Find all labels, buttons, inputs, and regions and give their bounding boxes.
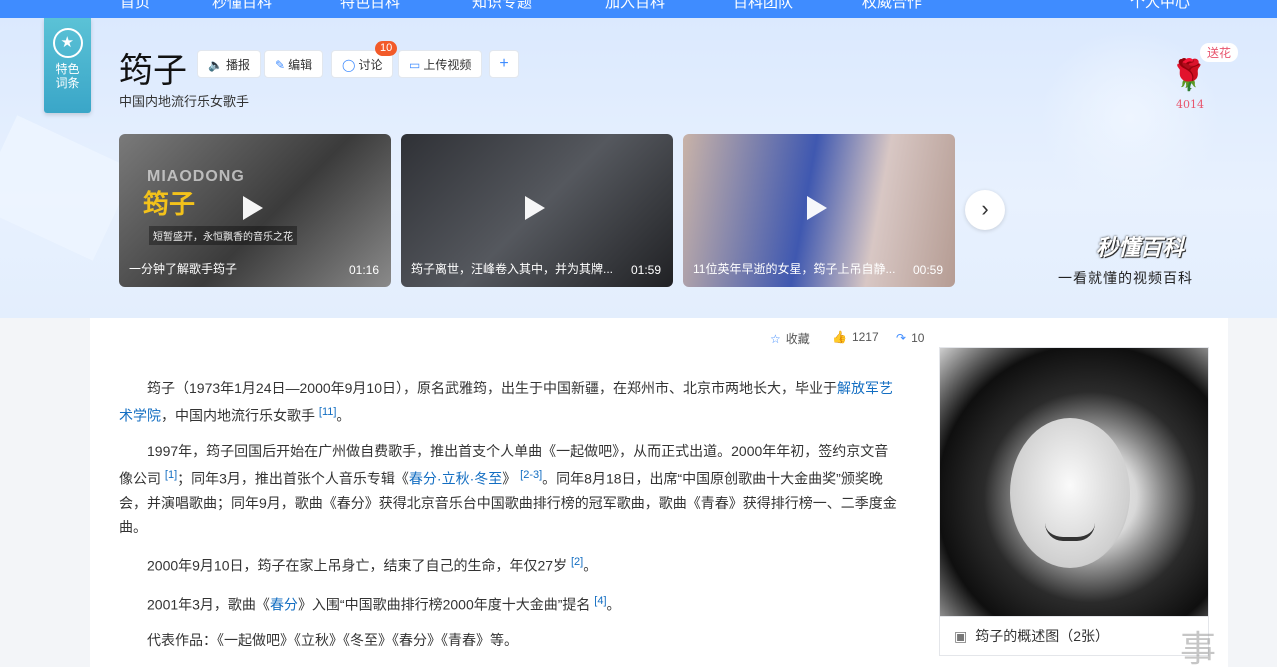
star-icon: ☆ [770,332,781,346]
nav-team[interactable]: 百科团队 [733,0,793,12]
play-icon[interactable] [807,196,827,220]
paragraph-works: 代表作品：《一起做吧》《立秋》《冬至》《春分》《青春》等。 [119,628,901,652]
entry-header: 特色 词条 筠子 🔈播报 ✎编辑 ◯讨论 10 ▭上传视频 + 中国内地流行乐女… [0,18,1277,318]
share-button[interactable]: ↷ 10 [896,331,924,345]
page-title: 筠子 [119,51,187,91]
nav-partners[interactable]: 权威合作 [862,0,922,12]
play-icon[interactable] [243,196,263,220]
favorite-label: 收藏 [785,332,810,346]
video-card-2[interactable]: 筠子离世，汪峰卷入其中，并为其牌... 01:59 [401,134,673,287]
text: 代表作品：《一起做吧》《立秋》《冬至》《春分》《青春》等。 [147,632,518,648]
favorite-button[interactable]: ☆ 收藏 [770,330,810,347]
chat-bubble-icon: ◯ [342,58,356,72]
video-title: 11位英年早逝的女星，筠子上吊自静... [693,262,896,276]
flower-count: 4014 [1176,98,1204,111]
video-card-1[interactable]: MIAODONG 筠子 短暂盛开，永恒飘香的音乐之花 一分钟了解歌手筠子 01:… [119,134,391,287]
like-button[interactable]: 👍 1217 [832,330,879,344]
citation-link[interactable]: [4] [594,595,606,607]
background-decoration [0,115,136,261]
text: ，中国内地流行乐女歌手 [161,407,315,424]
image-gallery-icon: ▣ [954,628,968,644]
text: ；同年3月，推出首张个人音乐专辑《 [177,470,409,487]
video-title: 筠子离世，汪峰卷入其中，并为其牌... [411,262,614,276]
video-duration: 01:59 [630,263,661,277]
video-duration: 01:16 [348,263,379,277]
play-icon[interactable] [525,196,545,220]
miaodong-logo: 秒懂百科 [1096,235,1185,260]
video-camera-icon: ▭ [409,58,421,72]
discuss-count-badge: 10 [375,41,398,56]
video-overlay-tag: 短暂盛开，永恒飘香的音乐之花 [149,226,297,245]
text: 。 [606,596,621,613]
text: 筠子（1973年1月24日—2000年9月10日），原名武雅筠，出生于中国新疆，… [147,380,838,396]
video-title: 一分钟了解歌手筠子 [129,262,238,276]
top-navigation: 首页 秒懂百科 特色百科 知识专题 加入百科 百科团队 权威合作 个人中心 [0,0,1277,18]
video-overlay-name: 筠子 [143,189,196,219]
nav-user-center[interactable]: 个人中心 [1130,0,1190,12]
nav-featured[interactable]: 特色百科 [340,0,400,12]
paragraph-summary: 筠子（1973年1月24日—2000年9月10日），原名武雅筠，出生于中国新疆，… [119,376,901,428]
broadcast-label: 播报 [225,58,250,72]
nav-home[interactable]: 首页 [120,0,150,12]
paragraph-death: 2000年9月10日，筠子在家上吊身亡，结束了自己的生命，年仅27岁 [2]。 [119,550,901,578]
text: 2000年9月10日，筠子在家上吊身亡，结束了自己的生命，年仅27岁 [147,557,568,574]
text: 2001年3月，歌曲《 [147,596,270,613]
citation-link[interactable]: [2-3] [520,469,542,481]
pencil-icon: ✎ [275,58,286,72]
photo-caption[interactable]: ▣ 筠子的概述图（2张） [939,616,1209,656]
citation-link[interactable]: [1] [165,469,177,481]
photo-caption-text: 筠子的概述图（2张） [975,628,1110,644]
nav-topics[interactable]: 知识专题 [472,0,532,12]
speaker-icon: 🔈 [208,58,223,72]
add-button[interactable]: + [489,50,519,78]
badge-line-2: 词条 [55,76,80,90]
share-icon: ↷ [896,331,907,345]
video-duration: 00:59 [912,263,943,277]
edit-label: 编辑 [288,58,313,72]
link-album[interactable]: 春分·立秋·冬至 [409,471,502,487]
video-card-3[interactable]: 11位英年早逝的女星，筠子上吊自静... 00:59 [683,134,955,287]
next-arrow-icon[interactable]: › [965,190,1005,230]
brand-slogan: 一看就懂的视频百科 [1058,271,1193,287]
share-count: 10 [911,331,925,345]
text: 。 [583,557,598,574]
background-glow [1040,28,1220,208]
star-badge-icon [52,28,83,58]
summary-photo[interactable] [939,347,1209,620]
edit-button[interactable]: ✎ 编辑 [264,50,324,78]
like-count: 1217 [851,330,879,344]
thumbs-up-icon: 👍 [832,330,847,344]
discuss-label: 讨论 [358,58,383,72]
rose-icon[interactable]: 🌹 [1170,58,1207,93]
corner-watermark: 事 [1180,628,1217,667]
citation-link[interactable]: [2] [571,556,583,568]
nav-miaodong[interactable]: 秒懂百科 [212,0,272,12]
text: 》入围“中国歌曲排行榜2000年度十大金曲”提名 [297,596,591,613]
featured-entry-badge: 特色 词条 [44,18,91,113]
link-song[interactable]: 春分 [270,597,298,613]
badge-line-1: 特色 [55,62,80,76]
citation-link[interactable]: [11] [319,406,337,418]
upload-video-label: 上传视频 [423,58,472,72]
text: 。 [336,407,351,424]
portrait-face [1010,418,1130,568]
paragraph-award: 2001年3月，歌曲《春分》入围“中国歌曲排行榜2000年度十大金曲”提名 [4… [119,589,901,617]
broadcast-button[interactable]: 🔈 播报 [197,50,261,78]
entry-subtitle: 中国内地流行乐女歌手 [119,94,250,109]
upload-video-button[interactable]: ▭ 上传视频 [398,50,483,78]
text: 》 [502,470,517,487]
nav-join[interactable]: 加入百科 [605,0,665,12]
paragraph-career: 1997年，筠子回国后开始在广州做自费歌手，推出首支个人单曲《一起做吧》，从而正… [119,439,901,539]
